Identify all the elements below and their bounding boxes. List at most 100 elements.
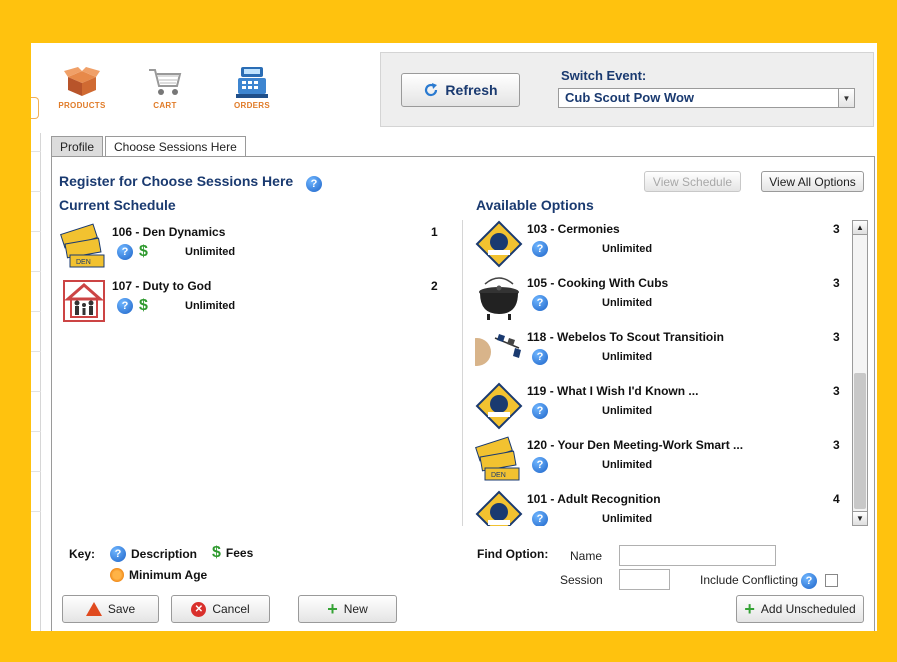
key-description: ? Description (110, 546, 197, 562)
list-item[interactable]: 105 - Cooking With Cubs ? Unlimited 3 (475, 274, 845, 324)
key-min-age-label: Minimum Age (129, 568, 208, 582)
nav-products-label: PRODUCTS (58, 101, 106, 110)
add-unscheduled-button[interactable]: + Add Unscheduled (736, 595, 864, 623)
key-min-age: Minimum Age (110, 568, 207, 582)
session-field[interactable] (619, 569, 670, 590)
den-tickets-icon: DEN (60, 223, 105, 268)
list-item[interactable]: DEN 120 - Your Den Meeting-Work Smart ..… (475, 436, 845, 486)
fees-icon[interactable]: $ (139, 244, 148, 260)
description-icon: ? (110, 546, 126, 562)
chevron-down-icon: ▼ (838, 89, 854, 107)
key-fees: $ Fees (212, 544, 253, 562)
app-frame: PRODUCTS CART ORDERS Refresh Switch Even… (31, 43, 877, 631)
family-house-icon (63, 280, 105, 322)
box-icon (64, 67, 100, 96)
event-panel: Refresh Switch Event: Cub Scout Pow Wow … (380, 52, 874, 127)
list-item[interactable]: 103 - Cermonies ? Unlimited 3 (475, 220, 845, 270)
description-icon[interactable]: ? (532, 511, 548, 526)
session-number: 3 (833, 330, 840, 344)
help-icon[interactable]: ? (801, 573, 817, 589)
nav-orders-label: ORDERS (233, 101, 271, 110)
include-conflicting-checkbox[interactable] (825, 574, 838, 587)
webelos-arrow-icon (475, 334, 521, 366)
refresh-button[interactable]: Refresh (401, 73, 520, 107)
nav-cart[interactable]: CART (135, 65, 195, 110)
plus-icon: + (744, 599, 755, 619)
left-panel-tab-edge (31, 97, 39, 119)
warning-icon (85, 602, 102, 616)
tab-choose-sessions[interactable]: Choose Sessions Here (105, 136, 246, 157)
session-name: 105 - Cooking With Cubs (527, 276, 669, 290)
cancel-label: Cancel (212, 602, 250, 616)
available-options-list[interactable]: 103 - Cermonies ? Unlimited 3 105 - Cook… (462, 220, 874, 526)
nav-products[interactable]: PRODUCTS (52, 65, 112, 110)
description-icon[interactable]: ? (532, 241, 548, 257)
session-availability: Unlimited (602, 297, 653, 309)
cash-register-icon (236, 67, 268, 98)
den-tickets-icon: DEN (475, 436, 520, 481)
cub-scout-emblem-icon (475, 220, 523, 268)
available-options-scrollbar[interactable]: ▲ ▼ (852, 220, 868, 526)
session-number: 3 (833, 384, 840, 398)
session-availability: Unlimited (602, 513, 653, 525)
view-schedule-button[interactable]: View Schedule (644, 171, 741, 192)
description-icon[interactable]: ? (117, 298, 133, 314)
session-number: 4 (833, 492, 840, 506)
session-number: 3 (833, 438, 840, 452)
close-icon: ✕ (191, 601, 207, 617)
session-number: 3 (833, 276, 840, 290)
session-availability: Unlimited (185, 246, 236, 258)
help-icon[interactable]: ? (306, 176, 322, 192)
name-field[interactable] (619, 545, 776, 566)
session-name: 120 - Your Den Meeting-Work Smart ... (527, 438, 744, 452)
nav-orders[interactable]: ORDERS (222, 65, 282, 110)
refresh-label: Refresh (445, 82, 498, 98)
fees-icon[interactable]: $ (139, 298, 148, 314)
list-item[interactable]: 107 - Duty to God ? $ Unlimited 2 (60, 277, 440, 327)
list-item[interactable]: 118 - Webelos To Scout Transitioin ? Unl… (475, 328, 845, 378)
left-panel-edge (31, 133, 41, 631)
session-field-label: Session (560, 573, 603, 587)
view-all-options-button[interactable]: View All Options (761, 171, 864, 192)
session-name: 107 - Duty to God (112, 279, 212, 293)
session-number: 3 (833, 222, 840, 236)
tab-profile[interactable]: Profile (51, 136, 104, 156)
svg-text:DEN: DEN (76, 259, 91, 266)
description-icon[interactable]: ? (117, 244, 133, 260)
current-schedule-heading: Current Schedule (59, 197, 176, 213)
cancel-button[interactable]: ✕ Cancel (171, 595, 270, 623)
session-number: 1 (431, 225, 438, 239)
scroll-up-icon[interactable]: ▲ (853, 221, 867, 235)
key-description-label: Description (131, 547, 198, 561)
list-item[interactable]: DEN 106 - Den Dynamics ? $ Unlimited 1 (60, 223, 440, 273)
description-icon[interactable]: ? (532, 349, 548, 365)
session-availability: Unlimited (602, 459, 653, 471)
new-button[interactable]: + New (298, 595, 397, 623)
session-name: 118 - Webelos To Scout Transitioin (527, 330, 724, 344)
key-fees-label: Fees (225, 546, 254, 560)
cub-scout-emblem-icon (475, 382, 523, 430)
event-select[interactable]: Cub Scout Pow Wow ▼ (558, 88, 855, 108)
scrollbar-thumb[interactable] (854, 373, 866, 509)
refresh-icon (425, 83, 438, 97)
include-conflicting-label: Include Conflicting (700, 573, 799, 587)
gear-icon (110, 568, 124, 582)
scroll-down-icon[interactable]: ▼ (853, 511, 867, 525)
fees-icon: $ (212, 544, 221, 561)
session-number: 2 (431, 279, 438, 293)
find-option-label: Find Option: (477, 547, 549, 561)
name-field-label: Name (570, 549, 603, 563)
list-item[interactable]: 119 - What I Wish I'd Known ... ? Unlimi… (475, 382, 845, 432)
save-label: Save (107, 602, 136, 616)
available-options-heading: Available Options (476, 197, 594, 213)
description-icon[interactable]: ? (532, 403, 548, 419)
description-icon[interactable]: ? (532, 457, 548, 473)
description-icon[interactable]: ? (532, 295, 548, 311)
dutch-oven-icon (479, 277, 519, 320)
page-title: Register for Choose Sessions Here (59, 173, 294, 189)
add-unscheduled-label: Add Unscheduled (760, 602, 856, 616)
cub-scout-emblem-icon (475, 490, 523, 526)
cart-icon (149, 69, 182, 95)
list-item[interactable]: 101 - Adult Recognition ? Unlimited 4 (475, 490, 845, 526)
save-button[interactable]: Save (62, 595, 159, 623)
